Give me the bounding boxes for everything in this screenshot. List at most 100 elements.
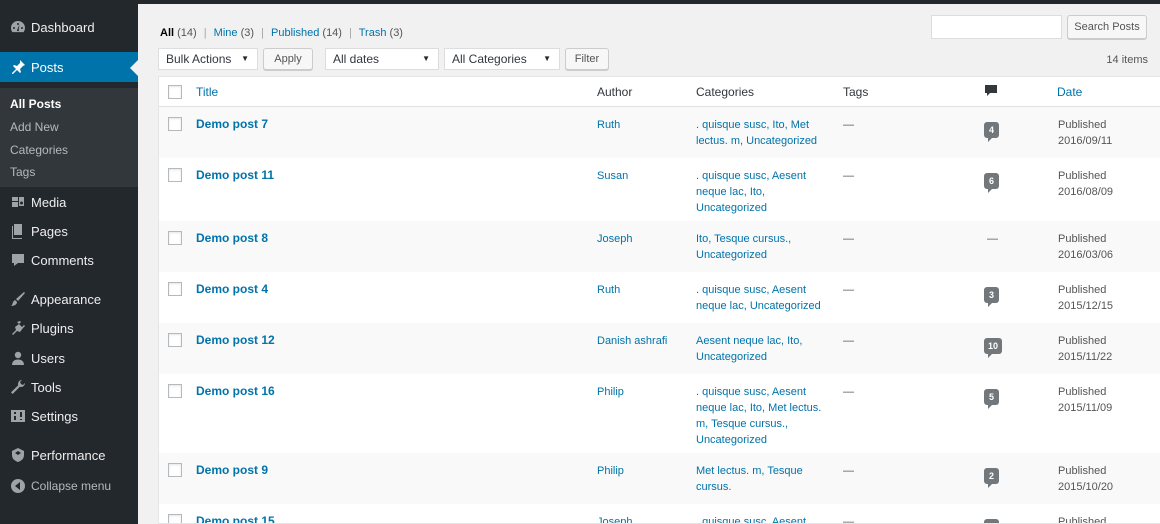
menu-collapse[interactable]: Collapse menu (0, 471, 138, 501)
post-categories[interactable]: . quisque susc, Aesent neque lac, Ito, U… (696, 168, 828, 216)
dates-filter-select[interactable]: All dates ▼ (325, 48, 439, 70)
menu-media[interactable]: Media (0, 187, 138, 217)
menu-pages[interactable]: Pages (0, 216, 138, 246)
table-row: Demo post 15 Joseph . quisque susc, Aesent… (159, 504, 1160, 524)
column-date-header[interactable]: Date (1057, 85, 1082, 99)
post-categories[interactable]: Met lectus. m, Tesque cursus. (696, 463, 828, 495)
row-checkbox[interactable] (168, 117, 182, 131)
post-author-link[interactable]: Danish ashrafi (597, 333, 667, 349)
row-checkbox[interactable] (168, 514, 182, 523)
row-checkbox[interactable] (168, 384, 182, 398)
post-author-link[interactable]: Susan (597, 168, 628, 184)
comment-count-bubble[interactable]: 4 (984, 122, 999, 142)
search-posts-button[interactable]: Search Posts (1067, 15, 1147, 39)
select-all-checkbox[interactable] (168, 85, 182, 99)
column-title-header[interactable]: Title (196, 85, 218, 99)
post-categories[interactable]: Ito, Tesque cursus., Uncategorized (696, 231, 828, 263)
filter-button[interactable]: Filter (565, 48, 609, 70)
view-mine[interactable]: Mine (214, 27, 238, 39)
post-title-link[interactable]: Demo post 15 (196, 513, 275, 523)
post-categories[interactable]: . quisque susc, Aesent neque lac, Ito, M… (696, 384, 828, 448)
post-date: 2015/11/09 (1058, 402, 1113, 414)
submenu-categories[interactable]: Categories (10, 143, 68, 157)
comment-bubble-icon[interactable] (985, 85, 997, 100)
chevron-down-icon: ▼ (241, 54, 249, 63)
bulk-actions-value: Bulk Actions (166, 52, 232, 66)
post-author-link[interactable]: Ruth (597, 117, 620, 133)
view-published[interactable]: Published (271, 27, 319, 39)
menu-performance[interactable]: Performance (0, 440, 138, 470)
settings-icon (10, 408, 26, 424)
menu-settings[interactable]: Settings (0, 401, 138, 431)
menu-dashboard-label: Dashboard (31, 20, 95, 35)
comment-count-bubble[interactable]: 2 (984, 519, 999, 523)
post-date: 2016/03/06 (1058, 249, 1114, 261)
post-tags: — (843, 170, 854, 182)
post-status: Published (1058, 465, 1107, 477)
submenu-add-new[interactable]: Add New (10, 120, 59, 134)
row-checkbox[interactable] (168, 333, 182, 347)
categories-filter-select[interactable]: All Categories ▼ (444, 48, 560, 70)
menu-users[interactable]: Users (0, 343, 138, 373)
post-author-link[interactable]: Philip (597, 384, 624, 400)
post-status: Published (1058, 170, 1107, 182)
view-all[interactable]: All (160, 27, 174, 39)
post-author-link[interactable]: Ruth (597, 282, 620, 298)
row-checkbox[interactable] (168, 282, 182, 296)
menu-dashboard[interactable]: Dashboard (0, 12, 138, 42)
menu-comments[interactable]: Comments (0, 245, 138, 275)
menu-appearance-label: Appearance (31, 292, 102, 307)
comment-count-bubble[interactable]: 6 (984, 173, 999, 193)
post-title-link[interactable]: Demo post 4 (196, 281, 268, 297)
search-input[interactable] (931, 15, 1062, 39)
menu-tools[interactable]: Tools (0, 372, 138, 402)
menu-appearance[interactable]: Appearance (0, 284, 138, 314)
comment-count-bubble[interactable]: 10 (984, 338, 1003, 358)
admin-sidebar: Dashboard Posts All Posts Add New Catego… (0, 4, 138, 524)
post-status: Published (1058, 516, 1107, 524)
post-author-link[interactable]: Joseph (597, 514, 632, 523)
row-checkbox[interactable] (168, 231, 182, 245)
post-title-link[interactable]: Demo post 9 (196, 462, 268, 478)
view-separator: | (349, 27, 352, 39)
post-tags: — (843, 335, 854, 347)
row-checkbox[interactable] (168, 463, 182, 477)
media-icon (10, 194, 26, 210)
bulk-actions-select[interactable]: Bulk Actions ▼ (158, 48, 258, 70)
submenu-tags[interactable]: Tags (10, 165, 35, 179)
column-categories-header: Categories (696, 85, 755, 99)
post-author-link[interactable]: Philip (597, 463, 624, 479)
post-categories[interactable]: Aesent neque lac, Ito, Uncategorized (696, 333, 828, 365)
view-published-count: (14) (322, 27, 342, 39)
post-title-link[interactable]: Demo post 11 (196, 167, 274, 183)
post-tags: — (843, 284, 854, 296)
post-date: 2016/09/11 (1058, 135, 1113, 147)
menu-plugins[interactable]: Plugins (0, 313, 138, 343)
post-status: Published (1058, 284, 1107, 296)
post-categories[interactable]: . quisque susc, Aesent neque lac, Uncate… (696, 282, 828, 314)
comment-count-bubble[interactable]: 3 (984, 287, 999, 307)
post-title-link[interactable]: Demo post 8 (196, 230, 268, 246)
table-row: Demo post 16 Philip . quisque susc, Aesent… (159, 374, 1160, 453)
menu-settings-label: Settings (31, 409, 78, 424)
menu-posts[interactable]: Posts (0, 52, 138, 82)
apply-button[interactable]: Apply (263, 48, 313, 70)
column-tags-header: Tags (843, 85, 869, 99)
submenu-all-posts[interactable]: All Posts (10, 97, 61, 111)
post-title-link[interactable]: Demo post 12 (196, 332, 275, 348)
comment-count-bubble[interactable]: 5 (984, 389, 999, 409)
row-checkbox[interactable] (168, 168, 182, 182)
post-title-link[interactable]: Demo post 7 (196, 116, 268, 132)
post-categories[interactable]: . quisque susc, Aesent (696, 514, 828, 523)
comment-count-bubble[interactable]: 2 (984, 468, 999, 488)
posts-table: Title Author Categories Tags Date Demo p… (158, 76, 1160, 524)
status-views: All (14) | Mine (3) | Published (14) | T… (160, 27, 403, 40)
table-row: Demo post 11 Susan . quisque susc, Aesent … (159, 158, 1160, 221)
post-author-link[interactable]: Joseph (597, 231, 632, 247)
comments-icon (10, 252, 26, 268)
view-trash[interactable]: Trash (359, 27, 387, 39)
post-title-link[interactable]: Demo post 16 (196, 383, 275, 399)
performance-icon (10, 447, 26, 463)
post-categories[interactable]: . quisque susc, Ito, Met lectus. m, Unca… (696, 117, 828, 149)
view-trash-count: (3) (389, 27, 403, 39)
